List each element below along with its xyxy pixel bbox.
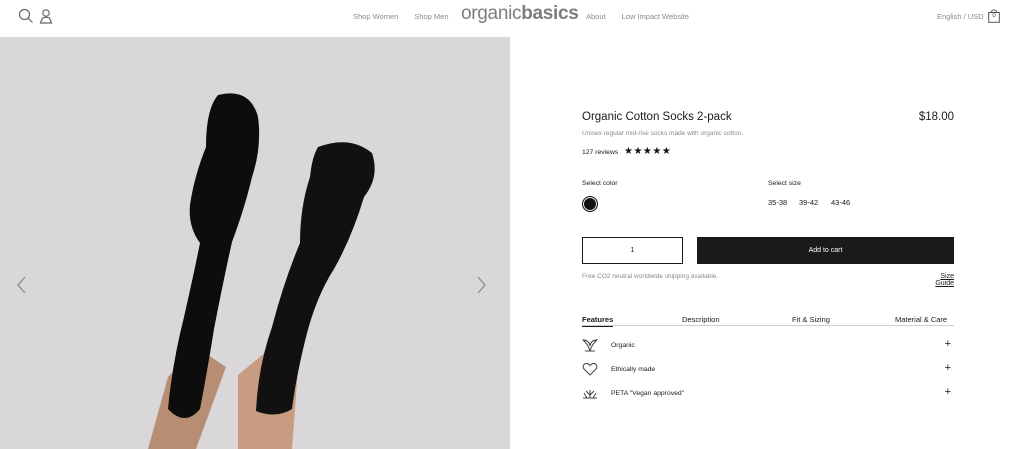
tab-fit-sizing[interactable]: Fit & Sizing [792,315,830,324]
chevron-right-icon[interactable] [474,275,488,295]
size-option[interactable]: 35-38 [768,198,787,207]
site-header: Shop Women Shop Men organicbasics About … [0,0,1024,37]
search-icon[interactable] [18,8,34,24]
nav-left: Shop Women Shop Men [353,0,449,33]
product-info-tabs: Features Description Fit & Sizing Materi… [582,310,954,327]
logo-bold-text: basics [521,3,579,24]
tab-features[interactable]: Features [582,315,614,327]
nav-shop-men[interactable]: Shop Men [414,12,448,21]
expand-toggle[interactable]: + [945,338,951,350]
size-option[interactable]: 43-46 [831,198,850,207]
nav-shop-women[interactable]: Shop Women [353,12,398,21]
expand-toggle[interactable]: + [945,386,951,398]
size-guide-link[interactable]: Size Guide [920,273,954,287]
tab-material-care[interactable]: Material & Care [895,315,947,324]
site-logo[interactable]: organicbasics [461,3,579,25]
leaf-icon [582,339,598,352]
color-swatch-black[interactable] [582,196,598,212]
feature-item-organic[interactable]: Organic + [582,338,954,354]
product-title: Organic Cotton Socks 2-pack [582,111,732,123]
shipping-note: Free CO2 neutral worldwide shipping avai… [582,273,719,280]
account-icon[interactable] [38,8,54,24]
feature-label: Organic [611,342,635,349]
review-count[interactable]: 127 reviews [582,149,618,156]
chevron-left-icon[interactable] [15,275,29,295]
select-size-label: Select size [768,180,801,187]
nav-low-impact-website[interactable]: Low Impact Website [622,12,689,21]
locale-selector[interactable]: English / USD [937,12,984,21]
product-image-gallery[interactable] [0,37,510,449]
heart-icon [582,363,598,376]
nav-about[interactable]: About [586,12,606,21]
quantity-input[interactable] [582,237,683,264]
expand-toggle[interactable]: + [945,362,951,374]
logo-light-text: organic [461,3,522,24]
feature-label: PETA "Vegan approved" [611,390,685,397]
add-to-cart-button[interactable]: Add to cart [697,237,954,264]
cart-count: 0 [992,13,996,19]
cart-button[interactable]: 0 [988,9,1000,23]
product-subtitle: Unisex regular mid-rise socks made with … [582,130,744,137]
product-photo [148,93,375,449]
feature-label: Ethically made [611,366,656,373]
plant-icon [583,390,597,399]
right-sock [256,142,375,415]
select-color-label: Select color [582,180,618,187]
nav-right: About Low Impact Website [586,0,689,33]
size-option[interactable]: 39-42 [799,198,818,207]
feature-item-ethically-made[interactable]: Ethically made + [582,362,954,378]
feature-item-peta-vegan[interactable]: PETA "Vegan approved" + [582,386,954,402]
tab-description[interactable]: Description [682,315,720,324]
rating-stars[interactable]: ★★★★★ [624,146,671,157]
product-price: $18.00 [918,111,954,123]
